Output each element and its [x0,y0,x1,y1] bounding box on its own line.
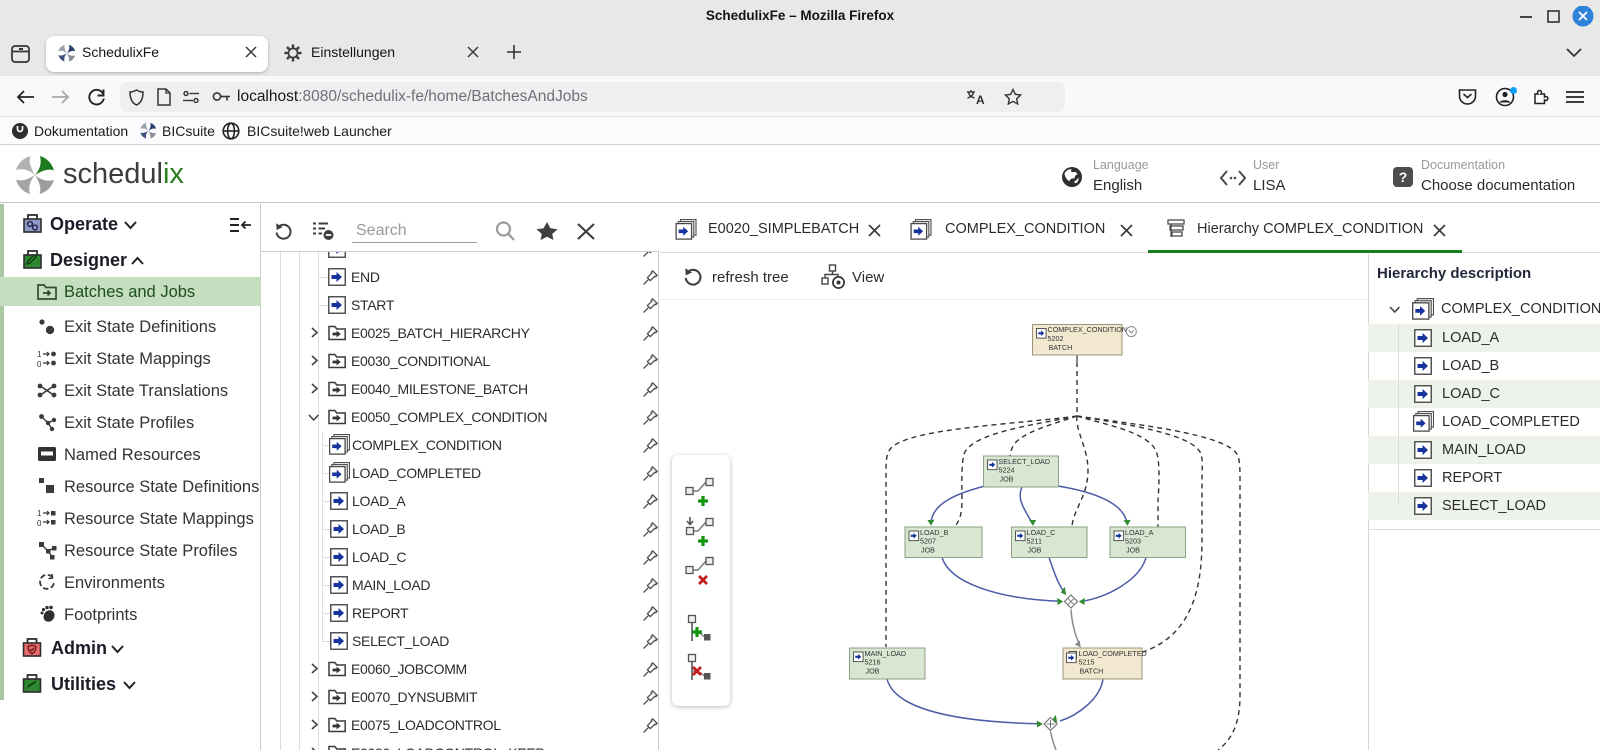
svg-text:BATCH: BATCH [1080,667,1104,676]
svg-text:0: 0 [37,360,42,368]
svg-text:JOB: JOB [1028,546,1042,555]
svg-text:BATCH: BATCH [1049,343,1073,352]
svg-text:JOB: JOB [1126,546,1140,555]
svg-text:1: 1 [37,350,42,359]
svg-text:1: 1 [37,509,42,518]
svg-text:5211: 5211 [1027,537,1042,546]
svg-text:5207: 5207 [920,537,936,546]
svg-text:COMPLEX_CONDITION: COMPLEX_CONDITION [1048,325,1127,334]
svg-text:JOB: JOB [866,667,880,676]
svg-text:5215: 5215 [1079,658,1095,667]
svg-text:JOB: JOB [1000,475,1014,484]
svg-text:0: 0 [37,519,42,527]
svg-text:5224: 5224 [999,466,1015,475]
svg-text:5216: 5216 [865,658,881,667]
svg-text:5202: 5202 [1048,334,1064,343]
svg-text:A: A [976,93,985,106]
svg-text:JOB: JOB [921,546,935,555]
svg-text:5203: 5203 [1125,537,1141,546]
